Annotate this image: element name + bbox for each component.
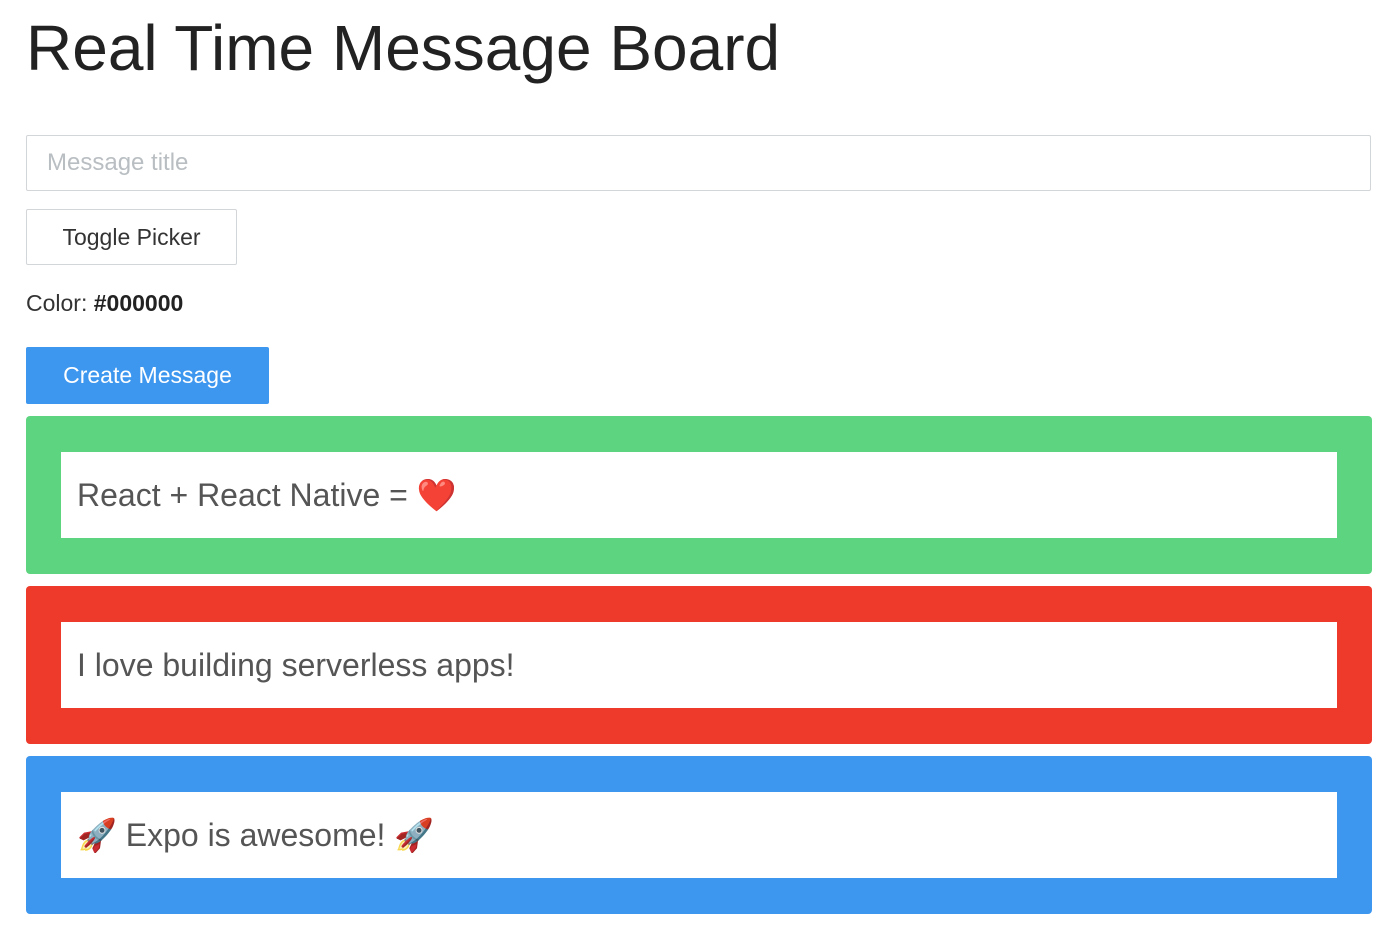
message-text: 🚀 Expo is awesome! 🚀 <box>61 792 1337 878</box>
toggle-picker-button[interactable]: Toggle Picker <box>26 209 237 265</box>
message-card: 🚀 Expo is awesome! 🚀 <box>26 756 1372 914</box>
page-title: Real Time Message Board <box>26 12 781 84</box>
message-text: I love building serverless apps! <box>61 622 1337 708</box>
message-card: I love building serverless apps! <box>26 586 1372 744</box>
message-title-input[interactable] <box>26 135 1371 191</box>
message-text: React + React Native = ❤️ <box>61 452 1337 538</box>
color-value: #000000 <box>93 290 184 316</box>
message-board-page: Real Time Message Board Toggle Picker Co… <box>0 0 1397 939</box>
message-card: React + React Native = ❤️ <box>26 416 1372 574</box>
color-readout: Color: #000000 <box>26 286 183 320</box>
message-list: React + React Native = ❤️ I love buildin… <box>26 416 1372 926</box>
color-label: Color: <box>26 290 88 316</box>
create-message-button[interactable]: Create Message <box>26 347 269 404</box>
